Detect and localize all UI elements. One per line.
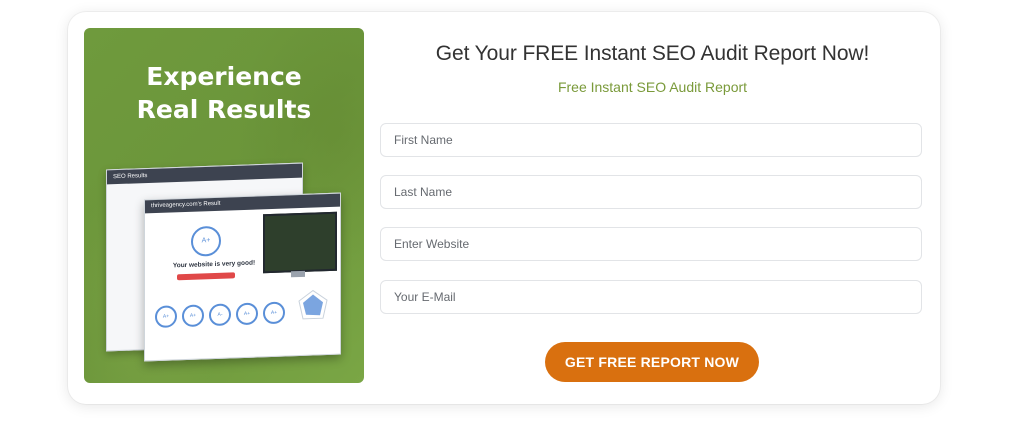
- small-grade-badge: A+: [182, 304, 204, 328]
- monitor-stand-icon: [291, 270, 305, 278]
- small-grade-badge: A+: [236, 302, 258, 326]
- grade-row: A+ A+ A- A+ A+: [155, 301, 285, 329]
- form-subtitle: Free Instant SEO Audit Report: [557, 79, 748, 95]
- grade-badge: A+: [191, 225, 221, 257]
- verdict-text: Your website is very good!: [172, 259, 256, 270]
- email-field[interactable]: [380, 280, 922, 314]
- radar-chart-icon: [298, 289, 328, 320]
- get-free-report-button[interactable]: GET FREE REPORT NOW: [545, 342, 759, 382]
- email-input[interactable]: [381, 281, 921, 313]
- promo-image: Experience Real Results SEO Results thri…: [84, 28, 364, 383]
- website-field[interactable]: [380, 227, 922, 261]
- first-name-input[interactable]: [381, 124, 921, 156]
- first-name-field[interactable]: [380, 123, 922, 157]
- promo-heading-line2: Real Results: [136, 95, 312, 124]
- last-name-field[interactable]: [380, 175, 922, 209]
- website-input[interactable]: [381, 228, 921, 260]
- promo-heading: Experience Real Results: [84, 60, 364, 126]
- monitor-icon: [263, 211, 337, 274]
- small-grade-badge: A+: [263, 301, 285, 325]
- alert-bar: [177, 272, 235, 281]
- last-name-input[interactable]: [381, 176, 921, 208]
- promo-heading-line1: Experience: [146, 62, 302, 91]
- back-screenshot-title: SEO Results: [107, 163, 302, 185]
- small-grade-badge: A-: [209, 303, 231, 327]
- small-grade-badge: A+: [155, 305, 177, 329]
- seo-audit-card: Experience Real Results SEO Results thri…: [68, 12, 940, 404]
- form-title: Get Your FREE Instant SEO Audit Report N…: [435, 42, 870, 65]
- front-report-screenshot: thriveagency.com's Result A+ Your websit…: [144, 192, 341, 362]
